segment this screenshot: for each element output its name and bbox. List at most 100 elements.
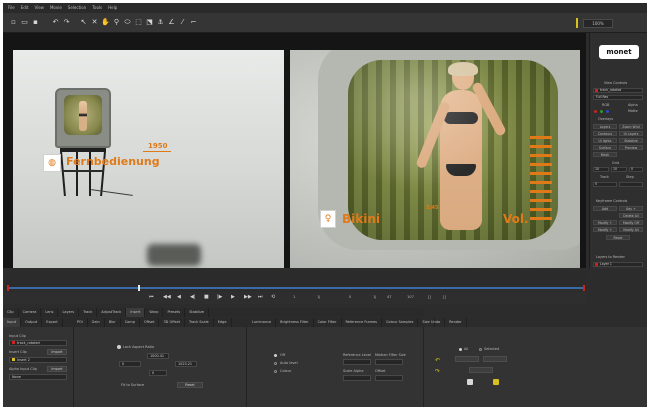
matte-label[interactable]: Matte	[628, 109, 638, 114]
subtab-input[interactable]: Input	[3, 318, 22, 327]
step-forward-icon[interactable]: |▶	[217, 294, 223, 301]
redo-stack-icon[interactable]: ↷	[435, 369, 440, 375]
tab-clip[interactable]: Clip	[3, 308, 19, 317]
timeline-area[interactable]	[3, 271, 586, 291]
reset-button[interactable]: Reset	[177, 382, 203, 388]
all-radio[interactable]	[459, 348, 462, 351]
stabilize-toggle[interactable]: Stabilize	[619, 138, 643, 143]
mesh-toggle[interactable]: Mesh	[593, 152, 617, 157]
insert-import-button[interactable]: Import	[47, 349, 67, 355]
fast-forward-icon[interactable]: ▶▶	[244, 294, 252, 301]
zoom-level-field[interactable]: 100%	[583, 19, 613, 28]
left-source-frame[interactable]: ◍ 1950 Fernbedienung	[13, 50, 284, 268]
undo-stack-icon[interactable]: ↶	[435, 358, 440, 364]
subtab-offset[interactable]: Offset	[140, 318, 160, 327]
subtab-comp[interactable]: Comp	[121, 318, 140, 327]
subtab-gain[interactable]: Gain	[88, 318, 105, 327]
layers-toggle[interactable]: Layers	[593, 124, 617, 129]
rgb-label[interactable]: RGB	[602, 103, 609, 108]
insert-clip-select[interactable]: Insert 2	[9, 357, 67, 363]
lock-aspect-radio[interactable]	[117, 345, 121, 349]
tab-color-filter[interactable]: Color Filter	[314, 318, 342, 327]
tab-warp[interactable]: Warp	[145, 308, 164, 317]
zoom-wnd-toggle[interactable]: Zoom Wnd	[619, 124, 643, 129]
angle-icon[interactable]: ∠	[167, 18, 176, 27]
new-file-icon[interactable]: ▫	[9, 18, 18, 27]
timeline-track-bar[interactable]	[7, 287, 585, 289]
tab-camera[interactable]: Camera	[19, 308, 42, 317]
surface-toggle[interactable]: Surface	[593, 145, 617, 150]
median-filter-field[interactable]	[375, 359, 403, 365]
menu-movie[interactable]: Movie	[50, 3, 62, 13]
off-radio[interactable]	[274, 354, 277, 357]
wand-icon[interactable]: ⁄	[178, 18, 187, 27]
render-layer-item[interactable]: Layer 1	[593, 262, 643, 267]
y-field[interactable]: 0	[149, 370, 167, 376]
contours-toggle[interactable]: Contours	[593, 131, 617, 136]
gear-icon[interactable]	[467, 379, 473, 385]
layer-select[interactable]: track_rotated	[593, 88, 643, 93]
subtab-edge[interactable]: Edge	[214, 318, 232, 327]
frame-field-5[interactable]: 47	[387, 294, 392, 301]
go-end-icon[interactable]: ⏭	[258, 294, 263, 301]
tab-insert[interactable]: Insert	[126, 308, 146, 317]
grid-z-field[interactable]: 0	[629, 167, 643, 172]
add-key-button[interactable]: Add	[593, 206, 617, 211]
subtab-blur[interactable]: Blur	[105, 318, 121, 327]
ui-lights-toggle[interactable]: Ui lights	[593, 138, 617, 143]
step-back-icon[interactable]: ◀|	[190, 294, 196, 301]
blue-channel-dot[interactable]	[606, 110, 609, 113]
frame-field-3[interactable]: 0	[349, 294, 351, 301]
tab-reference-frames[interactable]: Reference Frames	[342, 318, 382, 327]
menu-view[interactable]: View	[34, 3, 44, 13]
tab-undo[interactable]: Undo	[427, 318, 446, 327]
alpha-import-button[interactable]: Import	[47, 366, 67, 372]
tab-luminance[interactable]: Luminance	[248, 318, 277, 327]
open-folder-icon[interactable]: ▭	[20, 18, 29, 27]
auto-level-radio[interactable]	[274, 362, 277, 365]
redo-button[interactable]	[483, 356, 507, 362]
resolution-select[interactable]: Full Res	[593, 95, 643, 100]
input-clip-select[interactable]: track_rotated	[9, 340, 67, 346]
tab-presets[interactable]: Presets	[163, 308, 186, 317]
go-start-icon[interactable]: ⏮	[149, 294, 154, 301]
step-slider[interactable]	[619, 182, 643, 187]
modify-plus-button-2[interactable]: Modify +	[593, 227, 617, 232]
set-in-button[interactable]: []	[428, 294, 431, 301]
reference-level-field[interactable]	[343, 359, 371, 365]
height-field[interactable]: 1023.21	[175, 361, 197, 367]
fit-to-surface-label[interactable]: Fit to Surface	[121, 382, 144, 388]
in-marker[interactable]	[7, 285, 9, 291]
frame-field-4[interactable]: 1|	[373, 294, 377, 301]
modify-plus-button[interactable]: Modify +	[593, 220, 617, 225]
menu-help[interactable]: Help	[108, 3, 117, 13]
frame-field-6[interactable]: 107	[407, 294, 414, 301]
red-channel-dot[interactable]	[594, 110, 597, 113]
menu-edit[interactable]: Edit	[21, 3, 29, 13]
frame-field-1[interactable]: 1	[293, 294, 295, 301]
loop-icon[interactable]: ⟲	[271, 294, 275, 301]
x-field[interactable]: 0	[119, 361, 141, 367]
preview-toggle[interactable]: Preview	[619, 145, 643, 150]
tab-brightness-filter[interactable]: Brightness Filter	[276, 318, 314, 327]
ui-layers-toggle[interactable]: Ui Layers	[619, 131, 643, 136]
redo-icon[interactable]: ↷	[62, 18, 71, 27]
tab-stabilize[interactable]: Stabilize	[185, 308, 210, 317]
playhead-marker[interactable]	[138, 285, 140, 291]
add-point-icon[interactable]: ✕	[90, 18, 99, 27]
clear-button[interactable]	[469, 367, 493, 373]
tab-colour-samples[interactable]: Colour Samples	[382, 318, 419, 327]
play-icon[interactable]: ▶	[231, 294, 235, 301]
tab-layers[interactable]: Layers	[58, 308, 80, 317]
subtab-output[interactable]: Output	[21, 318, 43, 327]
play-back-icon[interactable]: ◀	[177, 294, 181, 301]
step-field[interactable]: 5	[593, 182, 617, 187]
stop-icon[interactable]: ■	[204, 294, 209, 301]
alpha-label[interactable]: Alpha	[628, 103, 638, 108]
modify-all-button[interactable]: Modify All	[619, 227, 643, 232]
subtab-3d-offset[interactable]: 3D Offset	[159, 318, 186, 327]
anchor-icon[interactable]: ⚓	[156, 18, 165, 27]
frame-field-2[interactable]: 1|	[317, 294, 321, 301]
render-icon[interactable]	[493, 379, 499, 385]
green-channel-dot[interactable]	[600, 110, 603, 113]
